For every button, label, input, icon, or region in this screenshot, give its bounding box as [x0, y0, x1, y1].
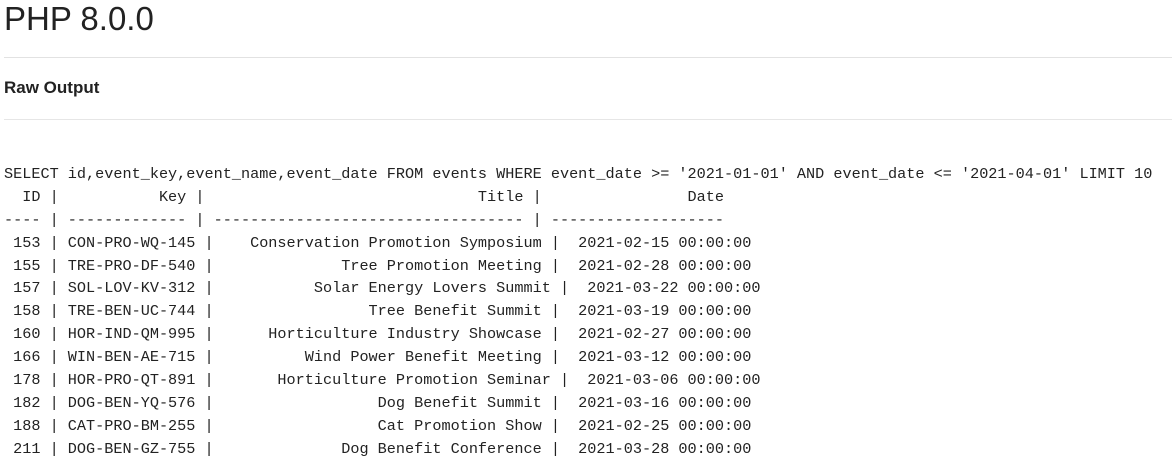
table-row: 160 | HOR-IND-QM-995 | Horticulture Indu… — [4, 325, 752, 344]
table-row: 158 | TRE-BEN-UC-744 | Tree Benefit Summ… — [4, 302, 752, 321]
sql-query-line: SELECT id,event_key,event_name,event_dat… — [4, 165, 1153, 183]
table-row: 155 | TRE-PRO-DF-540 | Tree Promotion Me… — [4, 256, 752, 275]
table-row: 188 | CAT-PRO-BM-255 | Cat Promotion Sho… — [4, 416, 752, 435]
section-divider — [4, 119, 1172, 120]
table-header-line: ID | Key | Title | Date — [4, 187, 725, 206]
table-row: 166 | WIN-BEN-AE-715 | Wind Power Benefi… — [4, 348, 752, 367]
title-divider — [4, 57, 1172, 58]
table-row: 211 | DOG-BEN-GZ-755 | Dog Benefit Confe… — [4, 439, 752, 458]
table-separator-line: ---- | ------------- | -----------------… — [4, 210, 725, 229]
raw-output: SELECT id,event_key,event_name,event_dat… — [4, 163, 1152, 461]
table-row: 157 | SOL-LOV-KV-312 | Solar Energy Love… — [4, 279, 761, 298]
page-title: PHP 8.0.0 — [4, 0, 154, 37]
section-heading: Raw Output — [4, 78, 100, 97]
table-row: 178 | HOR-PRO-QT-891 | Horticulture Prom… — [4, 371, 761, 390]
table-row: 153 | CON-PRO-WQ-145 | Conservation Prom… — [4, 233, 752, 252]
table-row: 182 | DOG-BEN-YQ-576 | Dog Benefit Summi… — [4, 393, 752, 412]
